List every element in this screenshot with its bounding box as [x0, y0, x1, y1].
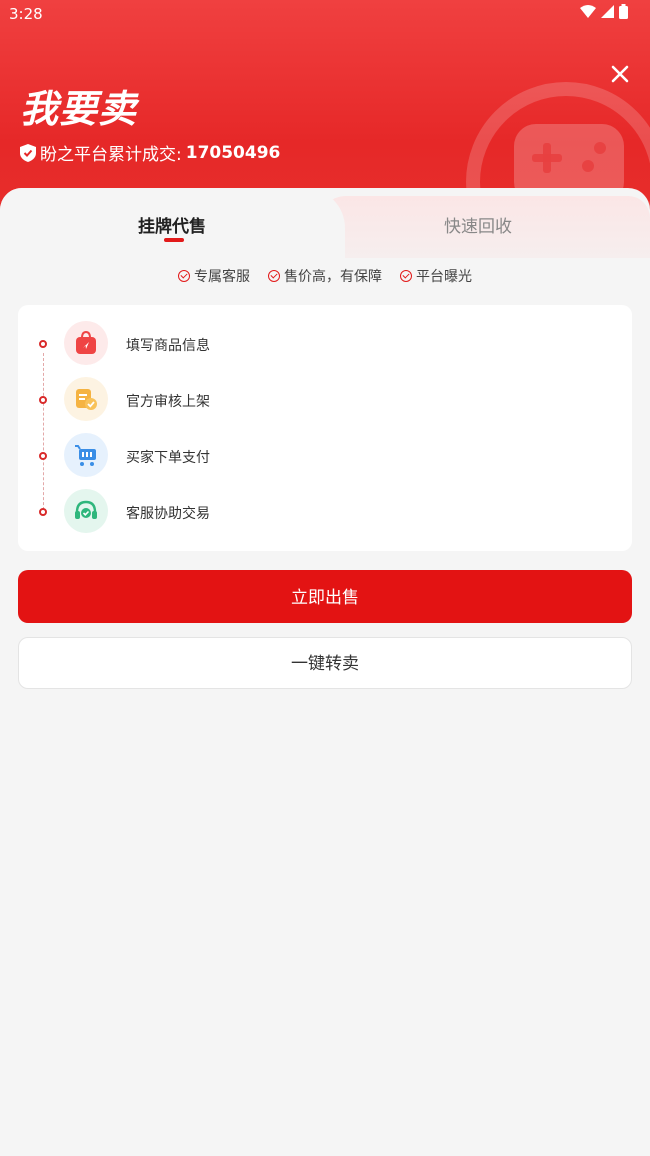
status-time: 3:28	[9, 5, 43, 23]
step-label: 填写商品信息	[126, 338, 210, 354]
feature-item: 专属客服	[178, 266, 250, 286]
shopping-cart-icon	[64, 433, 108, 477]
review-document-icon	[64, 377, 108, 421]
shield-check-icon	[20, 143, 36, 162]
step-item: 客服协助交易	[18, 473, 632, 533]
check-circle-icon	[400, 270, 412, 282]
stats-label: 盼之平台累计成交:	[40, 145, 182, 165]
stats-value: 17050496	[185, 142, 281, 163]
step-label: 买家下单支付	[126, 450, 210, 466]
check-circle-icon	[178, 270, 190, 282]
tab-bar: 挂牌代售 快速回收	[0, 188, 650, 258]
sell-now-button[interactable]: 立即出售	[18, 570, 632, 623]
process-steps-card: 填写商品信息 官方审核上架 买家下单支付 客服协助交易	[18, 305, 632, 551]
step-dot	[39, 508, 47, 516]
status-bar: 3:28	[0, 0, 650, 28]
feature-item: 售价高，有保障	[268, 266, 382, 286]
signal-icon	[601, 5, 614, 18]
feature-label: 售价高，有保障	[284, 269, 382, 285]
tab-active-indicator	[164, 238, 184, 242]
page-title: 我要卖	[20, 87, 138, 131]
tab-consignment[interactable]: 挂牌代售	[138, 212, 206, 237]
feature-item: 平台曝光	[400, 266, 472, 286]
transaction-stats: 盼之平台累计成交: 17050496	[20, 140, 280, 165]
step-label: 客服协助交易	[126, 506, 210, 522]
step-label: 官方审核上架	[126, 394, 210, 410]
close-icon[interactable]	[606, 62, 634, 90]
step-dot	[39, 452, 47, 460]
tab-quick-recycle[interactable]: 快速回收	[444, 212, 512, 237]
status-icons	[580, 4, 628, 19]
step-item: 官方审核上架	[18, 361, 632, 421]
step-dot	[39, 340, 47, 348]
wifi-icon	[580, 5, 596, 18]
headset-icon	[64, 489, 108, 533]
step-item: 买家下单支付	[18, 417, 632, 477]
shopping-bag-icon	[64, 321, 108, 365]
feature-label: 专属客服	[194, 269, 250, 285]
feature-list: 专属客服 售价高，有保障 平台曝光	[0, 266, 650, 286]
step-item: 填写商品信息	[18, 305, 632, 365]
feature-label: 平台曝光	[416, 269, 472, 285]
step-dot	[39, 396, 47, 404]
battery-icon	[619, 4, 628, 19]
quick-resell-button[interactable]: 一键转卖	[18, 637, 632, 689]
check-circle-icon	[268, 270, 280, 282]
